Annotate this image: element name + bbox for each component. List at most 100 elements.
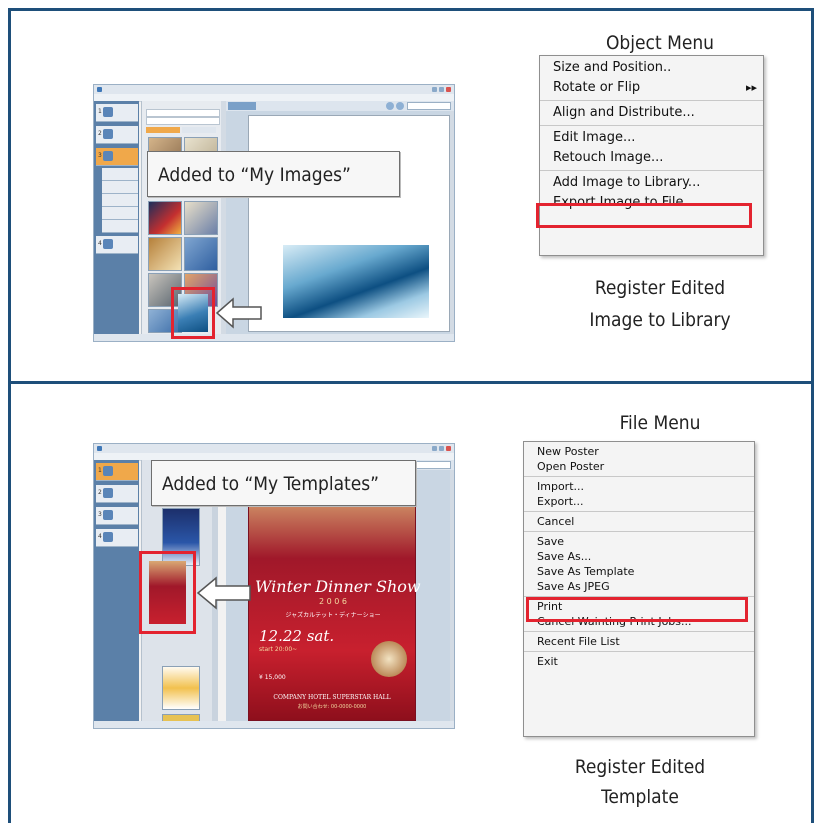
menu-group: Recent File List	[524, 632, 754, 652]
paper-icon	[103, 129, 113, 139]
sidebar-item-3[interactable]: 3	[96, 507, 138, 525]
menu-item-edit-image[interactable]: Edit Image...	[540, 128, 763, 148]
menu-item-add-image-to-library[interactable]: Add Image to Library...	[540, 173, 763, 193]
menu-item-label: Save As Template	[537, 565, 635, 578]
sidebar: 1 2 3 4	[94, 460, 139, 728]
new-template-thumbnail[interactable]	[149, 561, 186, 624]
minimize-icon[interactable]	[432, 87, 437, 92]
menu-item-rotate-or-flip[interactable]: Rotate or Flip ▸▸	[540, 78, 763, 98]
canvas-scrollbar[interactable]	[450, 111, 454, 335]
sidebar-item-4[interactable]: 4	[96, 529, 138, 547]
print-icon	[103, 239, 113, 249]
bottle-image[interactable]	[283, 245, 429, 318]
new-image-thumbnail[interactable]	[178, 294, 208, 332]
sidebar-subitem[interactable]	[102, 220, 138, 233]
add-image-to-library-highlight	[536, 203, 752, 228]
poster-subtitle: ジャズカルテット・ディナーショー	[285, 612, 381, 619]
edit-icon	[103, 510, 113, 520]
menu-item-label: Save As JPEG	[537, 580, 610, 593]
menu-group: Cancel	[524, 512, 754, 532]
canvas-toolbar	[226, 101, 454, 111]
menu-group: Import... Export...	[524, 477, 754, 512]
template-icon	[103, 107, 113, 117]
zoom-icon[interactable]	[386, 102, 394, 110]
callout-my-templates: Added to “My Templates”	[151, 460, 416, 506]
menu-item-open-poster[interactable]: Open Poster	[524, 459, 754, 474]
sidebar-item-3[interactable]: 3	[96, 148, 138, 166]
menu-item-label: Open Poster	[537, 460, 605, 473]
submenu-arrow-icon: ▸▸	[745, 81, 757, 94]
sidebar-subitem[interactable]	[102, 207, 138, 220]
callout-text: Added to “My Templates”	[162, 473, 380, 495]
section-divider	[8, 381, 814, 384]
sidebar-subitem[interactable]	[102, 181, 138, 194]
title-bar	[94, 444, 454, 453]
file-menu-title: File Menu	[619, 412, 701, 434]
poster-venue: COMPANY HOTEL SUPERSTAR HALL	[273, 694, 391, 701]
menu-item-import[interactable]: Import...	[524, 479, 754, 494]
edit-icon	[103, 151, 113, 161]
zoom-icon[interactable]	[396, 102, 404, 110]
panel-tab[interactable]	[146, 127, 180, 133]
poster-price: ¥ 15,000	[259, 674, 286, 681]
zoom-select[interactable]	[407, 102, 451, 110]
callout-text: Added to “My Images”	[158, 164, 351, 186]
menu-item-size-and-position[interactable]: Size and Position..	[540, 58, 763, 78]
sidebar-item-2[interactable]: 2	[96, 485, 138, 503]
panel-field[interactable]	[146, 109, 220, 117]
sidebar-item-1[interactable]: 1	[96, 463, 138, 481]
close-icon[interactable]	[446, 87, 451, 92]
menu-group: Align and Distribute...	[540, 101, 763, 126]
sidebar-item-1[interactable]: 1	[96, 104, 138, 122]
poster-food-image	[371, 641, 407, 677]
panel-field[interactable]	[146, 117, 220, 125]
maximize-icon[interactable]	[439, 446, 444, 451]
sidebar-item-2[interactable]: 2	[96, 126, 138, 144]
sidebar-item-4[interactable]: 4	[96, 236, 138, 254]
panel-tab[interactable]	[182, 127, 216, 133]
poster-time: start 20:00~	[259, 646, 298, 653]
status-bar	[94, 334, 454, 341]
library-thumbnail[interactable]	[184, 237, 218, 271]
menu-item-recent-file-list[interactable]: Recent File List	[524, 634, 754, 649]
arrow-left-icon	[215, 297, 262, 329]
object-menu-title: Object Menu	[605, 32, 715, 54]
menu-item-export[interactable]: Export...	[524, 494, 754, 509]
canvas-scrollbar[interactable]	[450, 470, 454, 722]
maximize-icon[interactable]	[439, 87, 444, 92]
menu-item-label: Exit	[537, 655, 558, 668]
close-icon[interactable]	[446, 446, 451, 451]
menu-item-retouch-image[interactable]: Retouch Image...	[540, 148, 763, 168]
new-image-highlight	[171, 287, 215, 339]
document-page	[248, 115, 450, 332]
menu-item-cancel[interactable]: Cancel	[524, 514, 754, 529]
template-thumbnail[interactable]	[162, 666, 200, 710]
print-icon	[103, 532, 113, 542]
library-thumbnail[interactable]	[148, 201, 182, 235]
file-menu: New Poster Open Poster Import... Export... C…	[523, 441, 755, 737]
menu-item-save-as[interactable]: Save As...	[524, 549, 754, 564]
menu-group: Exit	[524, 652, 754, 671]
app-icon	[97, 87, 102, 92]
menu-item-exit[interactable]: Exit	[524, 654, 754, 669]
sidebar: 1 2 3 4	[94, 101, 139, 341]
paper-icon	[103, 488, 113, 498]
menu-item-label: Cancel	[537, 515, 575, 528]
new-template-highlight	[139, 551, 196, 634]
canvas-tab[interactable]	[228, 102, 256, 110]
caption-register-image-line1: Register Edited	[594, 277, 726, 299]
menu-item-align-and-distribute[interactable]: Align and Distribute...	[540, 103, 763, 123]
menu-item-save-as-template[interactable]: Save As Template	[524, 564, 754, 579]
menu-group: New Poster Open Poster	[524, 442, 754, 477]
menu-group: Edit Image... Retouch Image...	[540, 126, 763, 171]
menu-item-save[interactable]: Save	[524, 534, 754, 549]
minimize-icon[interactable]	[432, 446, 437, 451]
library-thumbnail[interactable]	[184, 201, 218, 235]
sidebar-subitem[interactable]	[102, 194, 138, 207]
sidebar-subitem[interactable]	[102, 168, 138, 181]
menu-item-new-poster[interactable]: New Poster	[524, 444, 754, 459]
library-thumbnail[interactable]	[148, 237, 182, 271]
menu-item-save-as-jpeg[interactable]: Save As JPEG	[524, 579, 754, 594]
menu-item-label: New Poster	[537, 445, 599, 458]
caption-register-image-line2: Image to Library	[589, 309, 731, 331]
